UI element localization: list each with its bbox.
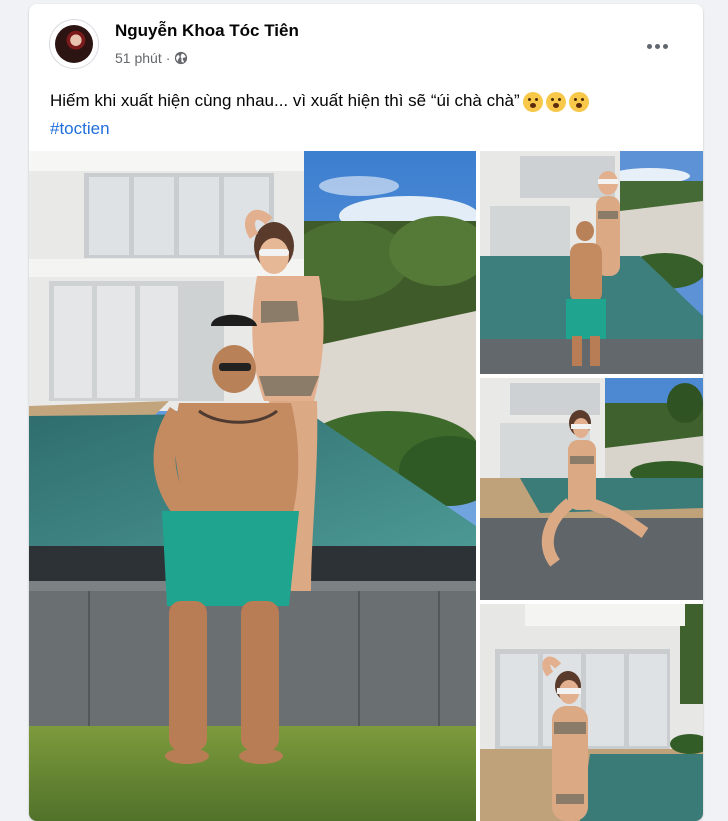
post-caption: Hiếm khi xuất hiện cùng nhau... vì xuất … [50, 87, 690, 115]
avatar-image [55, 25, 93, 63]
author-name[interactable]: Nguyễn Khoa Tóc Tiên [115, 21, 299, 41]
post-header: Nguyễn Khoa Tóc Tiên 51 phút · [29, 4, 703, 76]
photo-right-middle[interactable] [480, 378, 703, 600]
hashtag-link[interactable]: #toctien [50, 115, 110, 143]
globe-icon[interactable] [174, 51, 188, 65]
caption-emojis [522, 91, 589, 112]
photo-right-top-image [480, 151, 703, 374]
photo-main[interactable] [29, 151, 476, 821]
more-dot [662, 43, 668, 49]
meta-separator: · [165, 50, 171, 66]
hushed-face-emoji [522, 91, 543, 112]
photo-right-top[interactable] [480, 151, 703, 374]
hushed-face-emoji [568, 91, 589, 112]
more-options-icon [646, 43, 652, 49]
more-dot [654, 43, 660, 49]
photo-right-middle-image [480, 378, 703, 600]
more-options-button[interactable] [639, 28, 675, 64]
photo-main-image [29, 151, 476, 821]
post-meta: 51 phút · [115, 50, 188, 66]
caption-text: Hiếm khi xuất hiện cùng nhau... vì xuất … [50, 91, 520, 110]
photo-right-bottom[interactable] [480, 604, 703, 821]
post-time[interactable]: 51 phút [115, 50, 162, 66]
post-card: Nguyễn Khoa Tóc Tiên 51 phút · Hiếm khi … [29, 4, 703, 821]
hushed-face-emoji [545, 91, 566, 112]
avatar[interactable] [49, 19, 99, 69]
photo-right-bottom-image [480, 604, 703, 821]
